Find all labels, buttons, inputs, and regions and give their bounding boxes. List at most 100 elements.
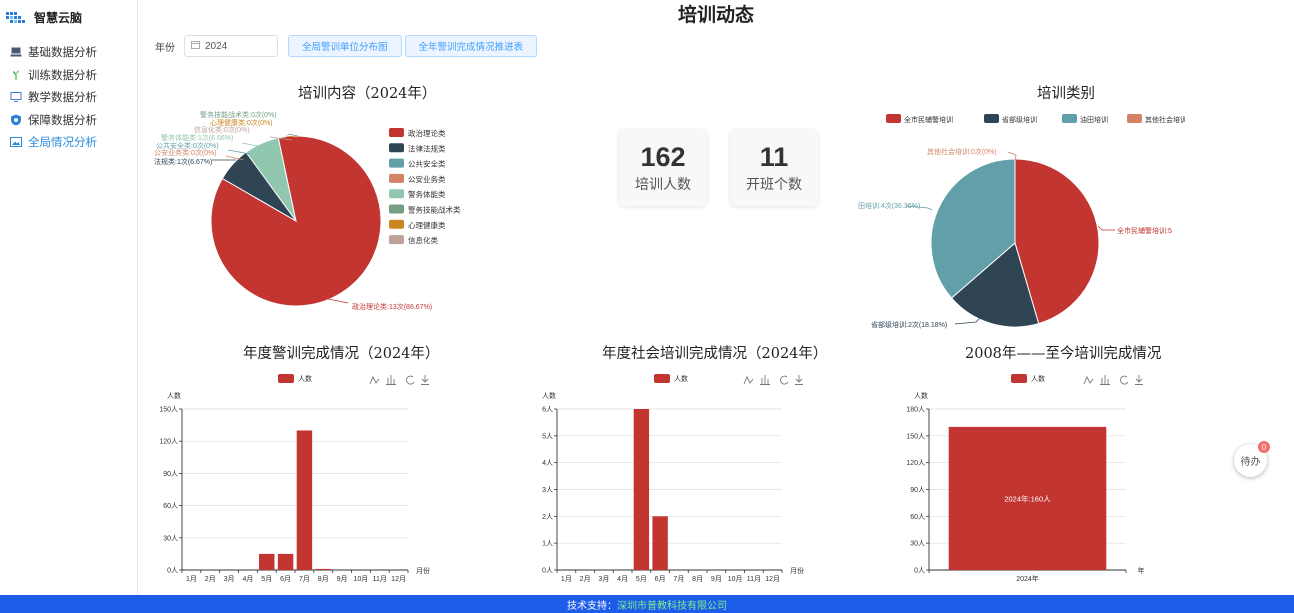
callout-line	[954, 317, 981, 325]
y-tick-label: 90人	[163, 470, 178, 478]
progress-table-button[interactable]: 全年警训完成情况推进表	[404, 35, 538, 57]
bar-chart-icon	[1100, 375, 1110, 385]
sidebar-item-label: 全局情况分析	[28, 137, 97, 150]
legend-label: 警务技能战术类	[408, 205, 461, 215]
refresh-icon	[780, 375, 789, 385]
sidebar-item-global[interactable]: 全局情况分析	[10, 131, 97, 154]
legend-swatch	[389, 219, 404, 229]
calendar-icon	[191, 40, 200, 52]
sidebar-item-label: 训练数据分析	[28, 69, 97, 82]
image-icon	[10, 136, 22, 148]
refresh-icon	[406, 375, 415, 385]
classes-label: 开班个数	[746, 176, 802, 192]
legend-swatch	[389, 173, 404, 183]
refresh-icon	[1120, 375, 1129, 385]
legend-label: 其他社会培训	[1145, 115, 1185, 124]
y-tick-label: 3人	[542, 486, 553, 494]
y-axis-title: 人数	[167, 391, 181, 400]
x-tick-label: 10月	[354, 575, 369, 583]
callout-label: 心理健康类:0次(0%)	[210, 118, 273, 127]
legend-label: 警务体能类	[408, 189, 446, 199]
callout-label: 警务技能战术类:0次(0%)	[200, 110, 277, 119]
bar	[315, 568, 331, 570]
y-tick-label: 0人	[167, 567, 178, 575]
year-picker[interactable]: 2024	[184, 35, 278, 57]
history-chart-title: 2008年——至今培训完成情况	[965, 346, 1162, 362]
x-axis-title: 年	[1138, 566, 1145, 575]
callout-label: 公安业务类:0次(0%)	[154, 148, 217, 157]
callout-label: 法规类:1次(6.67%)	[154, 157, 212, 166]
x-tick-label: 6月	[280, 575, 291, 583]
legend-swatch	[886, 114, 901, 123]
callout-label: 省部级培训:2次(18.18%)	[871, 320, 947, 329]
download-icon	[1135, 375, 1143, 385]
x-tick-label: 5月	[636, 575, 647, 583]
legend-label: 人数	[674, 374, 688, 383]
y-tick-label: 150人	[159, 406, 178, 414]
footer-company[interactable]: 深圳市普教科技有限公司	[617, 597, 727, 612]
line-chart-icon	[1083, 375, 1094, 385]
legend-label: 人数	[1031, 374, 1045, 383]
sidebar-item-label: 基础数据分析	[28, 47, 97, 60]
x-tick-label: 1月	[561, 575, 572, 583]
content-pie-chart: 警务技能战术类:0次(0%)心理健康类:0次(0%)信息化类:0次(0%)警务体…	[154, 110, 461, 311]
legend-label: 公安业务类	[408, 174, 446, 184]
legend-label: 政治理论类	[408, 128, 446, 138]
legend-swatch	[654, 374, 670, 383]
app-logo[interactable]: 智慧云脑	[6, 9, 82, 26]
computer-icon	[10, 46, 22, 58]
sidebar-item-basic[interactable]: 基础数据分析	[10, 41, 97, 64]
x-tick-label: 8月	[692, 575, 703, 583]
y-tick-label: 60人	[163, 502, 178, 510]
callout-label: 政治理论类:13次(86.67%)	[352, 302, 432, 311]
y-tick-label: 30人	[910, 540, 925, 548]
social-bar-chart: 人数人数0人1人2人3人4人5人6人1月 2月 3月 4月 5月 6月 7月 8月 9月 10月 1…	[542, 374, 804, 583]
x-tick-label: 9月	[337, 575, 348, 583]
x-tick-label: 2月	[580, 575, 591, 583]
year-label: 年份	[155, 42, 175, 54]
x-tick-label: 8月	[318, 575, 329, 583]
sidebar-item-teaching[interactable]: 教学数据分析	[10, 86, 97, 109]
y-tick-label: 0人	[914, 567, 925, 575]
footer-prefix: 技术支持：	[567, 600, 617, 612]
legend-label: 人数	[298, 374, 312, 383]
sidebar-menu: 基础数据分析 训练数据分析 教学数据分析 保障数据分析 全局情况分析	[10, 41, 97, 154]
x-tick-label: 12月	[391, 575, 406, 583]
legend-label: 油田培训	[1080, 115, 1108, 124]
monitor-icon	[10, 91, 22, 103]
download-icon	[421, 375, 429, 385]
line-chart-icon	[743, 375, 754, 385]
x-tick-label: 3月	[598, 575, 609, 583]
x-tick-label: 4月	[617, 575, 628, 583]
x-tick-label: 4月	[242, 575, 253, 583]
chart-toolbox	[1083, 375, 1143, 385]
y-tick-label: 120人	[159, 438, 178, 446]
legend-label: 心理健康类	[408, 220, 446, 230]
x-tick-label: 11月	[747, 575, 761, 583]
x-tick-label: 5月	[261, 575, 272, 583]
legend-label: 信息化类	[408, 235, 438, 245]
x-axis-title: 月份	[790, 566, 804, 575]
x-tick-label: 1月	[186, 575, 197, 583]
app-name: 智慧云脑	[34, 11, 83, 25]
chart-toolbox	[743, 375, 803, 385]
sidebar-item-support[interactable]: 保障数据分析	[10, 109, 97, 132]
page-title: 培训动态	[678, 5, 755, 26]
shield-icon	[10, 114, 22, 126]
y-tick-label: 120人	[906, 459, 925, 467]
y-tick-label: 4人	[542, 459, 553, 467]
y-axis-title: 人数	[914, 391, 928, 400]
y-tick-label: 1人	[542, 540, 553, 548]
year-value: 2024	[205, 40, 228, 52]
unit-distribution-button[interactable]: 全局警训单位分布图	[288, 35, 402, 57]
download-icon	[795, 375, 803, 385]
x-tick-label: 9月	[711, 575, 722, 583]
legend-swatch	[389, 128, 404, 137]
sidebar-item-training[interactable]: 训练数据分析	[10, 64, 97, 87]
legend-swatch	[389, 235, 404, 245]
history-bar-chart: 人数人数0人30人60人90人120人150人180人2024年2024年:16…	[906, 374, 1145, 583]
legend-swatch	[389, 204, 404, 214]
x-tick-label: 3月	[224, 575, 235, 583]
footer: 技术支持： 深圳市普教科技有限公司	[0, 595, 1294, 613]
legend-swatch	[389, 143, 404, 153]
